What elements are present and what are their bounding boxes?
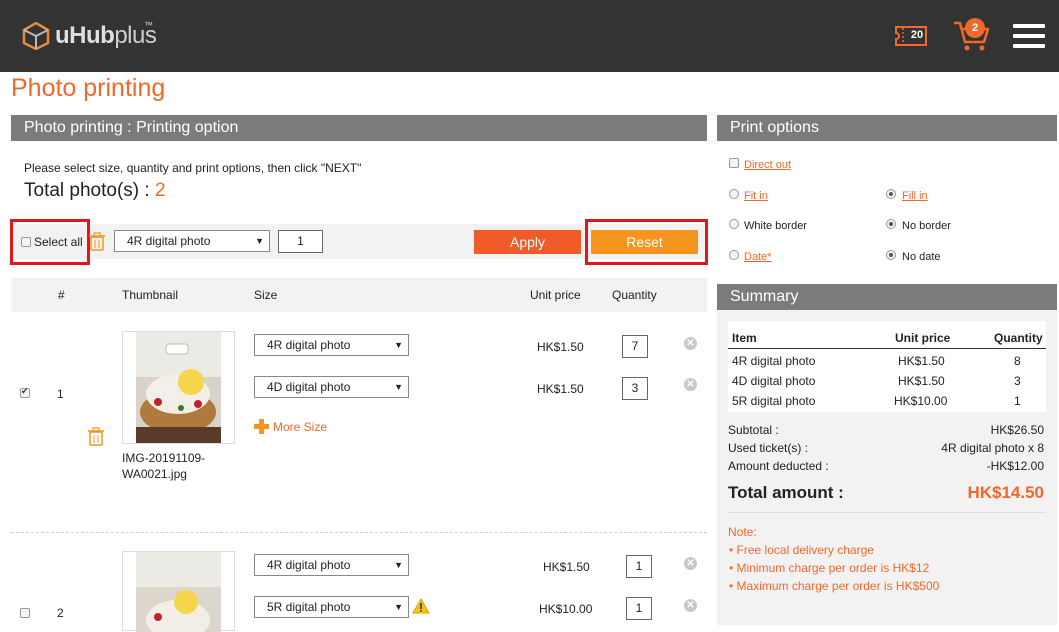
warning-icon [412, 598, 430, 614]
summary-price: HK$10.00 [894, 394, 948, 408]
fill-in-radio[interactable] [886, 189, 896, 199]
note-item: • Maximum charge per order is HK$500 [729, 579, 940, 593]
total-photos-value: 2 [154, 180, 166, 201]
trash-icon[interactable] [88, 427, 104, 446]
bulk-size-select[interactable]: 4R digital photo ▼ [114, 230, 270, 252]
unit-price: HK$1.50 [537, 340, 584, 354]
uhub-logo-icon [22, 22, 50, 50]
total-amount-label: Total amount : [728, 483, 844, 502]
total-amount-value: HK$14.50 [967, 483, 1044, 502]
row-divider [11, 532, 707, 533]
select-all-label[interactable]: Select all [34, 235, 83, 249]
date-radio[interactable] [729, 250, 739, 260]
select-all-checkbox[interactable] [21, 237, 31, 247]
remove-size-icon[interactable]: ✕ [684, 337, 697, 350]
note-item: • Minimum charge per order is HK$12 [729, 561, 930, 575]
summary-qty: 3 [1014, 374, 1021, 388]
summary-divider [728, 348, 1046, 349]
logo-text[interactable]: uHubplus [55, 22, 157, 50]
unit-price: HK$1.50 [543, 560, 590, 574]
used-tickets-value: 4R digital photo x 8 [941, 441, 1044, 455]
subtotal-label: Subtotal : [728, 423, 779, 437]
size-select[interactable]: 4R digital photo ▼ [254, 554, 409, 576]
quantity-input[interactable]: 3 [622, 377, 648, 400]
total-photos: Total photo(s) : 2 [24, 180, 166, 202]
no-date-radio[interactable] [886, 250, 896, 260]
summary-price: HK$1.50 [898, 354, 945, 368]
direct-out-checkbox[interactable] [729, 158, 739, 168]
size-select[interactable]: 4R digital photo ▼ [254, 334, 409, 356]
photo-thumbnail[interactable] [122, 331, 235, 444]
note-label: Note: [728, 525, 757, 539]
cart-count-badge: 2 [965, 18, 985, 38]
unit-price: HK$1.50 [537, 382, 584, 396]
photo-image [136, 332, 221, 443]
trash-icon[interactable] [89, 232, 105, 251]
apply-button[interactable]: Apply [474, 230, 581, 254]
summary-col-item: Item [732, 331, 757, 345]
fit-in-link[interactable]: Fit in [744, 190, 768, 202]
remove-size-icon[interactable]: ✕ [684, 378, 697, 391]
size-select[interactable]: 5R digital photo ▼ [254, 596, 409, 618]
menu-hamburger-icon[interactable] [1013, 24, 1045, 48]
remove-size-icon[interactable]: ✕ [684, 557, 697, 570]
total-photos-label: Total photo(s) : [24, 180, 155, 201]
instruction-text: Please select size, quantity and print o… [24, 161, 362, 175]
ticket-count: 20 [910, 29, 924, 41]
amount-deducted-value: -HK$12.00 [986, 459, 1044, 473]
reset-button[interactable]: Reset [591, 230, 698, 254]
col-thumbnail: Thumbnail [122, 288, 179, 302]
amount-deducted-label: Amount deducted : [728, 459, 829, 473]
summary-table: Item Unit price Quantity 4R digital phot… [728, 321, 1046, 412]
photo-filename: IMG-20191109- WA0021.jpg [122, 451, 206, 481]
used-tickets-label: Used ticket(s) : [728, 441, 809, 455]
row-checkbox[interactable] [20, 386, 30, 398]
col-quantity: Quantity [612, 288, 657, 302]
col-size: Size [254, 288, 278, 302]
summary-heading: Summary [717, 284, 1057, 310]
size-select[interactable]: 4D digital photo ▼ [254, 376, 409, 398]
summary-col-price: Unit price [895, 331, 951, 345]
table-header: # Thumbnail Size Unit price Quantity [11, 278, 707, 312]
print-options-heading: Print options [717, 115, 1057, 141]
quantity-input[interactable]: 7 [622, 335, 648, 358]
note-divider [728, 512, 1046, 513]
printing-option-heading: Photo printing : Printing option [11, 115, 707, 141]
remove-size-icon[interactable]: ✕ [684, 599, 697, 612]
note-item: • Free local delivery charge [729, 543, 874, 557]
white-border-label[interactable]: White border [744, 220, 807, 232]
col-index: # [58, 288, 65, 302]
photo-image [136, 552, 221, 632]
summary-col-qty: Quantity [994, 331, 1043, 345]
no-date-label[interactable]: No date [902, 251, 941, 263]
summary-qty: 8 [1014, 354, 1021, 368]
quantity-input[interactable]: 1 [626, 555, 652, 578]
unit-price: HK$10.00 [539, 602, 593, 616]
summary-item: 4R digital photo [732, 354, 816, 368]
more-size-button[interactable]: More Size [254, 419, 327, 434]
subtotal-value: HK$26.50 [990, 423, 1044, 437]
no-border-radio[interactable] [886, 219, 896, 229]
logo-trademark: ™ [144, 20, 153, 30]
no-border-label[interactable]: No border [902, 220, 951, 232]
fill-in-link[interactable]: Fill in [902, 190, 928, 202]
white-border-radio[interactable] [729, 219, 739, 229]
fit-in-radio[interactable] [729, 189, 739, 199]
row-index: 2 [57, 606, 64, 620]
plus-icon [254, 419, 269, 434]
summary-item: 5R digital photo [732, 394, 816, 408]
quantity-input[interactable]: 1 [626, 597, 652, 620]
date-link[interactable]: Date* [744, 251, 772, 263]
row-index: 1 [57, 387, 64, 401]
summary-price: HK$1.50 [898, 374, 945, 388]
bulk-quantity-input[interactable]: 1 [278, 230, 323, 253]
summary-item: 4D digital photo [732, 374, 816, 388]
direct-out-link[interactable]: Direct out [744, 159, 791, 171]
row-checkbox[interactable] [20, 608, 30, 618]
col-unit-price: Unit price [530, 288, 581, 302]
top-navigation-bar: uHubplus ™ 20 2 [0, 0, 1059, 72]
page-title: Photo printing [11, 74, 166, 102]
summary-qty: 1 [1014, 394, 1021, 408]
photo-thumbnail[interactable] [122, 551, 235, 632]
